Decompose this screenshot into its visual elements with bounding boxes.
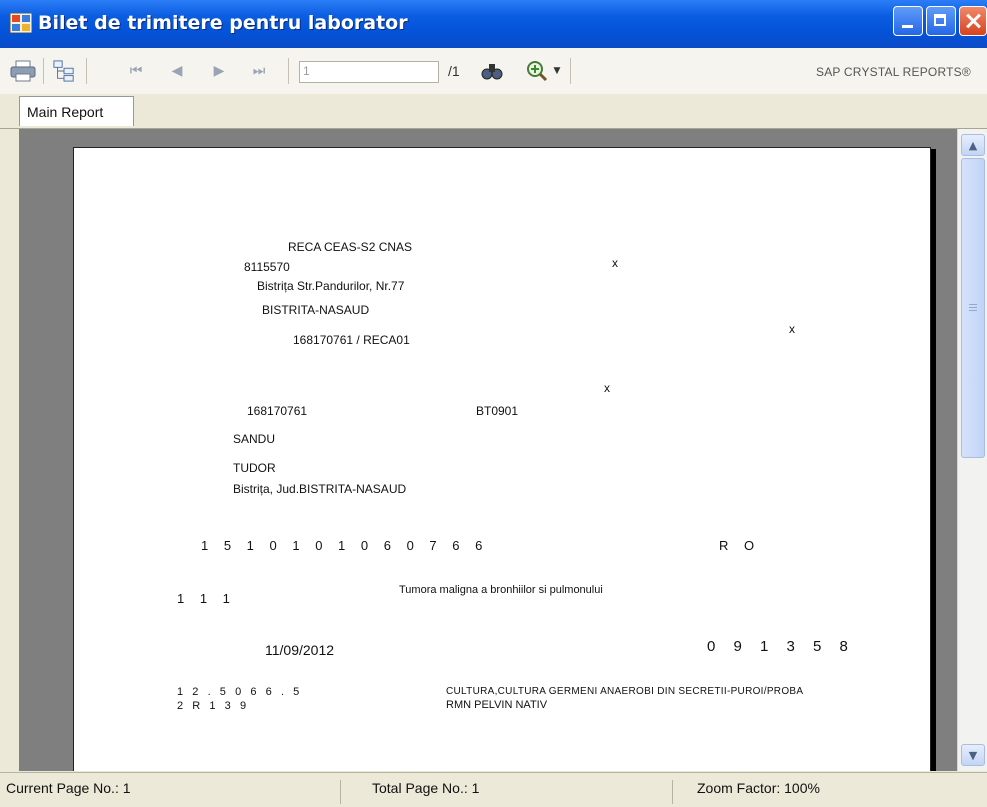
crystal-reports-app-icon [10, 13, 32, 33]
crystal-report-viewer-window: Bilet de trimitere pentru laborator ⏮ ◀ … [0, 0, 987, 807]
analysis-name: RMN PELVIN NATIV [446, 699, 548, 711]
doctor-parafa: BT0901 [476, 404, 519, 418]
printer-icon[interactable] [10, 60, 36, 82]
page-shadow [931, 149, 936, 771]
find-icon[interactable] [481, 60, 503, 82]
vertical-scrollbar[interactable]: ▲ ▼ [957, 129, 987, 771]
patient-cnp: 1 5 1 0 1 0 1 0 6 0 7 6 6 [201, 538, 489, 553]
patient-first-name: TUDOR [233, 461, 276, 475]
provider-name: RECA CEAS-S2 CNAS [288, 240, 413, 254]
toolbar-separator [570, 58, 571, 84]
scroll-up-icon[interactable]: ▲ [961, 134, 985, 156]
report-viewer-area[interactable]: RECA CEAS-S2 CNAS 8115570 Bistrița Str.P… [19, 129, 957, 771]
total-page-status: Total Page No.: 1 [341, 780, 673, 804]
report-date: 11/09/2012 [265, 642, 335, 658]
close-button[interactable] [959, 6, 987, 36]
tab-strip: Main Report [0, 94, 987, 129]
zoom-dropdown-arrow-icon[interactable]: ▼ [552, 60, 562, 82]
maximize-button[interactable] [926, 6, 956, 36]
thumb-grip [969, 307, 977, 308]
diagnosis-code: 1 1 1 [177, 591, 236, 606]
tab-main-report[interactable]: Main Report [19, 96, 134, 126]
brand-label: SAP CRYSTAL REPORTS® [816, 65, 971, 79]
analysis-name: CULTURA,CULTURA GERMENI ANAEROBI DIN SEC… [446, 686, 804, 697]
ticket-number: 0 9 1 3 5 8 [707, 638, 855, 655]
title-bar[interactable]: Bilet de trimitere pentru laborator [0, 0, 987, 49]
previous-page-icon[interactable]: ◀ [170, 60, 184, 82]
zoom-icon[interactable] [526, 60, 548, 82]
toolbar-separator [43, 58, 44, 84]
doctor-code: 168170761 [247, 404, 308, 418]
checkbox-mark: x [604, 381, 610, 395]
first-page-icon[interactable]: ⏮ [129, 60, 143, 82]
page-total-label: /1 [448, 63, 460, 79]
group-tree-icon[interactable] [52, 60, 76, 82]
provider-address: Bistrița Str.Pandurilor, Nr.77 [257, 279, 405, 293]
thumb-grip [969, 304, 977, 305]
zoom-factor-status: Zoom Factor: 100% [697, 780, 820, 796]
report-toolbar: ⏮ ◀ ▶ ⏭ 1 /1 ▼ SAP CRYSTAL REPORTS® [0, 48, 987, 95]
scroll-down-icon[interactable]: ▼ [961, 744, 985, 766]
scrollbar-thumb[interactable] [961, 158, 985, 458]
patient-last-name: SANDU [233, 432, 276, 446]
analysis-code: 2 R 1 3 9 [177, 700, 247, 712]
provider-code: 8115570 [244, 260, 290, 274]
diagnosis-text: Tumora maligna a bronhiilor si pulmonulu… [399, 584, 603, 596]
report-page: RECA CEAS-S2 CNAS 8115570 Bistrița Str.P… [73, 147, 931, 771]
checkbox-mark: x [612, 256, 618, 270]
status-bar: Current Page No.: 1 Total Page No.: 1 Zo… [0, 772, 987, 807]
toolbar-separator [288, 58, 289, 84]
toolbar-separator [86, 58, 87, 84]
patient-address: Bistrița, Jud.BISTRITA-NASAUD [233, 482, 407, 496]
window-title: Bilet de trimitere pentru laborator [38, 12, 408, 34]
analysis-code: 1 2 . 5 0 6 6 . 5 [177, 686, 300, 698]
contract-code: 168170761 / RECA01 [293, 333, 410, 347]
page-number-input[interactable]: 1 [299, 61, 439, 83]
provider-county: BISTRITA-NASAUD [262, 303, 370, 317]
next-page-icon[interactable]: ▶ [212, 60, 226, 82]
last-page-icon[interactable]: ⏭ [252, 60, 266, 82]
thumb-grip [969, 310, 977, 311]
current-page-status: Current Page No.: 1 [0, 780, 341, 804]
patient-country: R O [719, 538, 761, 553]
checkbox-mark: x [789, 322, 795, 336]
minimize-button[interactable] [893, 6, 923, 36]
